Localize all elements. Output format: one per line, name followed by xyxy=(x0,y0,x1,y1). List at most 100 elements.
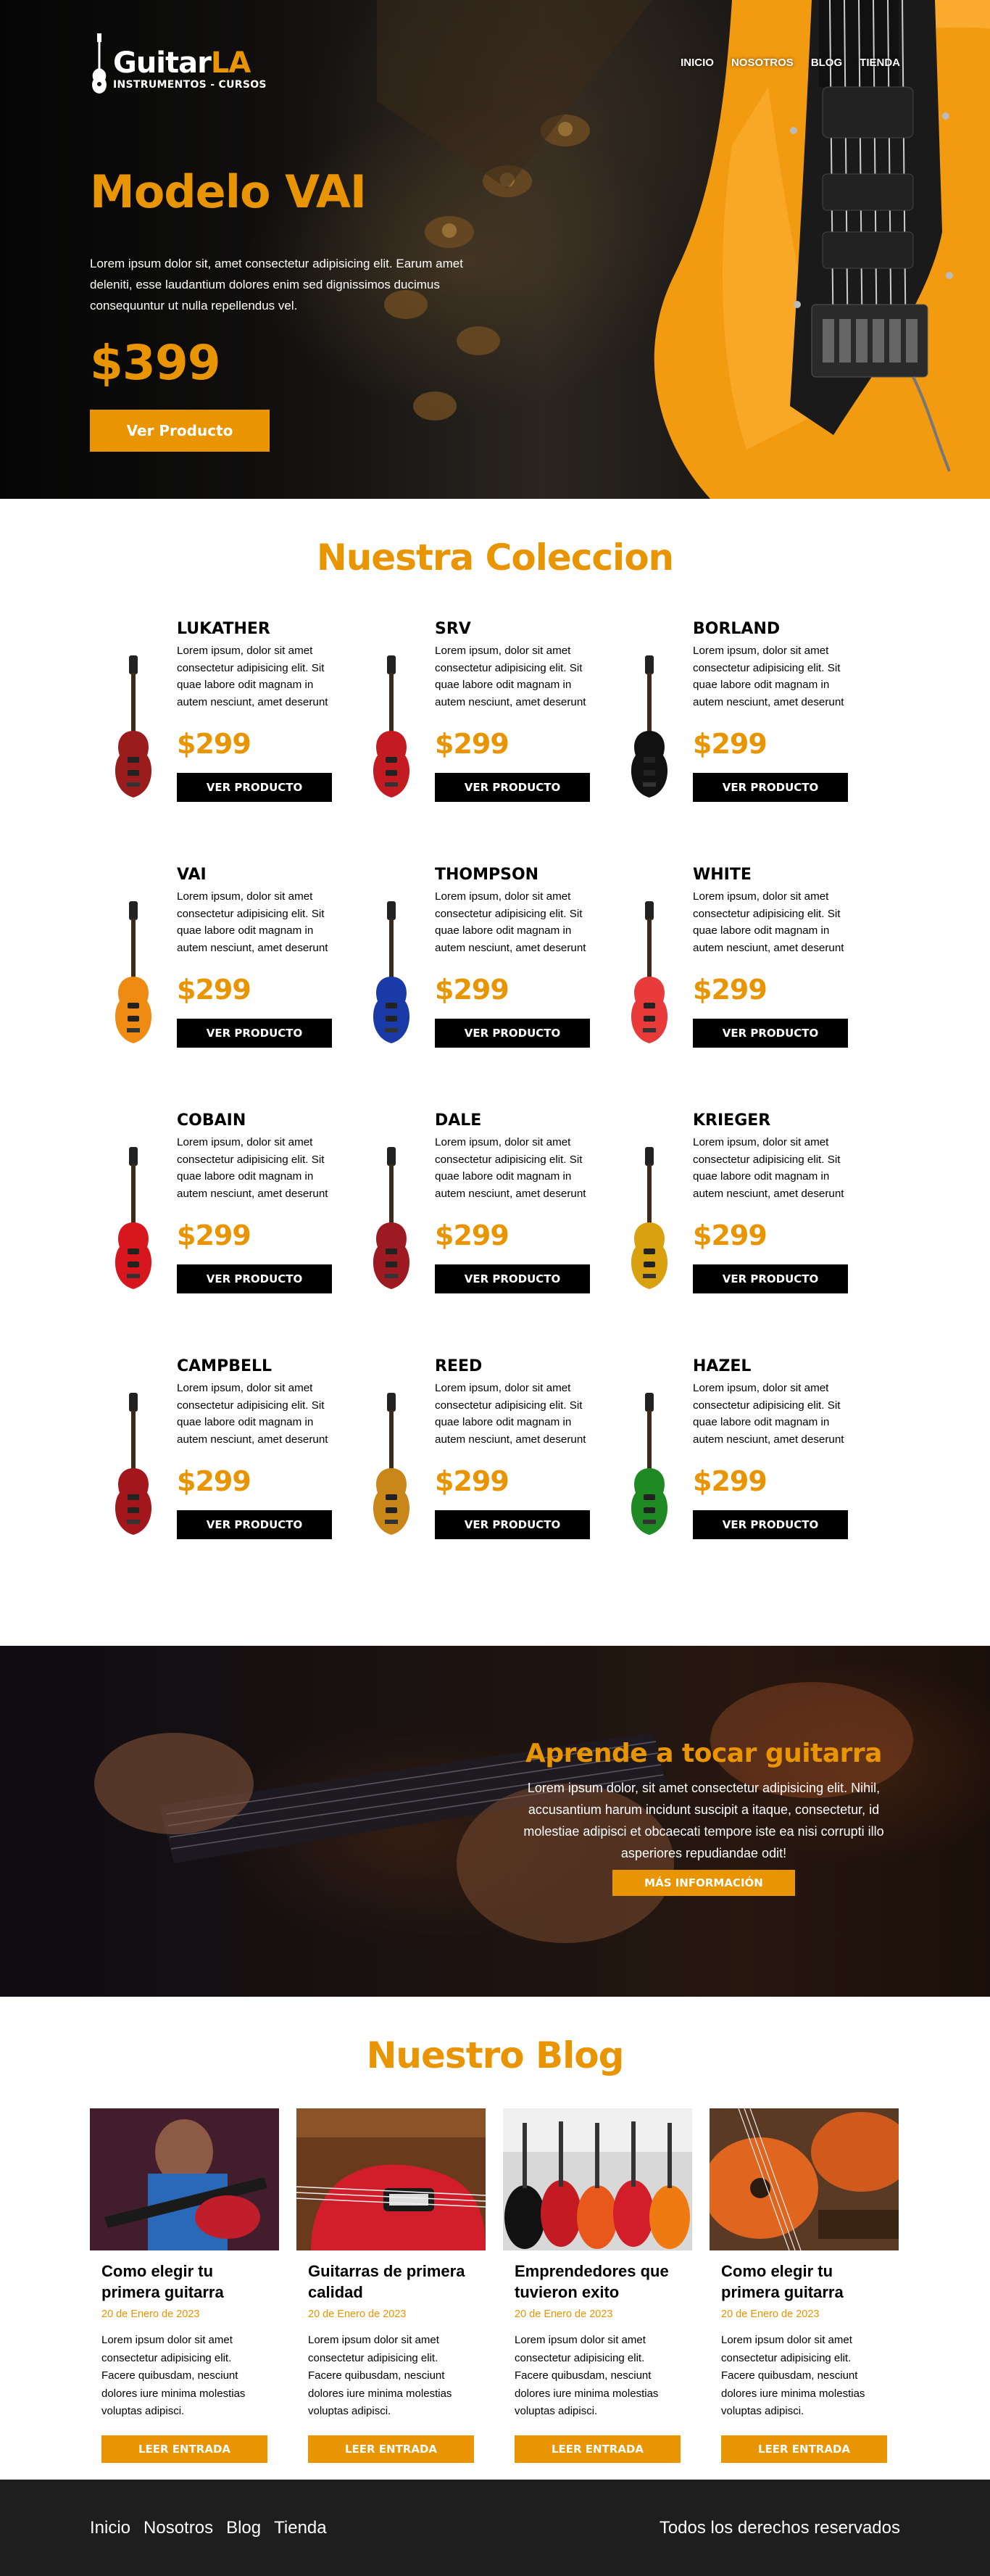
product-info: REED Lorem ipsum, dolor sit amet consecte… xyxy=(435,1357,590,1602)
view-product-button[interactable]: VER PRODUCTO xyxy=(177,773,332,802)
logo-tagline: INSTRUMENTOS - CURSOS xyxy=(113,79,267,91)
product-price: $299 xyxy=(177,974,251,1006)
product-price: $299 xyxy=(435,1219,509,1251)
blog-post-image[interactable] xyxy=(296,2108,486,2250)
more-info-button[interactable]: MÁS INFORMACIÓN xyxy=(612,1870,795,1896)
guitar-image xyxy=(373,1147,410,1289)
nav-link-inicio[interactable]: Inicio xyxy=(681,57,714,69)
hero-section: GuitarLA INSTRUMENTOS - CURSOS Inicio No… xyxy=(0,0,990,499)
product-price: $299 xyxy=(693,974,768,1006)
view-product-button[interactable]: VER PRODUCTO xyxy=(435,1264,590,1293)
blog-post-image[interactable] xyxy=(503,2108,692,2250)
product-price: $299 xyxy=(693,728,768,760)
footer-link-blog[interactable]: Blog xyxy=(226,2518,261,2538)
product-description: Lorem ipsum, dolor sit amet consectetur … xyxy=(177,890,328,954)
blog-post-body: Emprendedores que tuvieron exito 20 de En… xyxy=(503,2250,692,2463)
blog-post-date: 20 de Enero de 2023 xyxy=(721,2308,820,2320)
product-image[interactable] xyxy=(90,619,177,865)
site-header: GuitarLA INSTRUMENTOS - CURSOS Inicio No… xyxy=(90,33,900,99)
product-image[interactable] xyxy=(606,1111,693,1357)
product-image[interactable] xyxy=(348,619,435,865)
classes-content: Aprende a tocar guitarra Lorem ipsum dol… xyxy=(507,1739,900,1896)
blog-title: Nuestro Blog xyxy=(366,2034,625,2076)
blog-post: Guitarras de primera calidad 20 de Enero … xyxy=(296,2108,486,2463)
view-product-button[interactable]: VER PRODUCTO xyxy=(693,1264,848,1293)
product-name: COBAIN xyxy=(177,1111,246,1130)
footer-link-inicio[interactable]: Inicio xyxy=(90,2518,130,2538)
blog-post-body: Guitarras de primera calidad 20 de Enero … xyxy=(296,2250,486,2463)
blog-post-image[interactable] xyxy=(90,2108,279,2250)
view-product-button[interactable]: VER PRODUCTO xyxy=(693,773,848,802)
product-card: KRIEGER Lorem ipsum, dolor sit amet conse… xyxy=(606,1111,864,1357)
product-price: $299 xyxy=(435,974,509,1006)
hero-description: Lorem ipsum dolor sit, amet consectetur … xyxy=(90,257,463,312)
product-price: $299 xyxy=(693,1465,768,1497)
view-product-button[interactable]: VER PRODUCTO xyxy=(693,1510,848,1539)
product-name: BORLAND xyxy=(693,620,781,638)
product-image[interactable] xyxy=(348,1357,435,1602)
product-name: VAI xyxy=(177,866,207,884)
nav-link-blog[interactable]: Blog xyxy=(811,57,842,69)
view-product-button[interactable]: VER PRODUCTO xyxy=(693,1019,848,1048)
hero-view-product-button[interactable]: Ver Producto xyxy=(90,410,270,452)
footer-link-nosotros[interactable]: Nosotros xyxy=(143,2518,213,2538)
blog-post-title: Guitarras de primera calidad xyxy=(308,2262,465,2301)
read-post-button[interactable]: LEER ENTRADA xyxy=(515,2435,681,2463)
product-description: Lorem ipsum, dolor sit amet consectetur … xyxy=(435,645,586,708)
blog-post: Como elegir tu primera guitarra 20 de Ene… xyxy=(90,2108,279,2463)
product-image[interactable] xyxy=(606,1357,693,1602)
guitar-image xyxy=(373,1393,410,1535)
guitar-image xyxy=(115,655,152,798)
view-product-button[interactable]: VER PRODUCTO xyxy=(177,1019,332,1048)
site-footer: Inicio Nosotros Blog Tienda Todos los de… xyxy=(0,2480,990,2576)
product-image[interactable] xyxy=(606,865,693,1111)
guitar-logo-icon xyxy=(92,33,107,94)
guitar-image xyxy=(631,901,668,1043)
product-card: WHITE Lorem ipsum, dolor sit amet consect… xyxy=(606,865,864,1111)
product-image[interactable] xyxy=(90,1111,177,1357)
product-price: $299 xyxy=(177,1465,251,1497)
read-post-button[interactable]: LEER ENTRADA xyxy=(101,2435,267,2463)
nav-link-tienda[interactable]: Tienda xyxy=(860,57,900,69)
product-price: $299 xyxy=(177,728,251,760)
read-post-button[interactable]: LEER ENTRADA xyxy=(721,2435,887,2463)
blog-post-image[interactable] xyxy=(710,2108,899,2250)
guitar-image xyxy=(373,655,410,798)
product-info: BORLAND Lorem ipsum, dolor sit amet conse… xyxy=(693,619,848,865)
product-description: Lorem ipsum, dolor sit amet consectetur … xyxy=(693,1136,844,1200)
product-name: WHITE xyxy=(693,866,752,884)
hero-title: Modelo VAI xyxy=(90,165,367,218)
product-name: CAMPBELL xyxy=(177,1357,273,1375)
product-info: VAI Lorem ipsum, dolor sit amet consectet… xyxy=(177,865,332,1111)
footer-link-tienda[interactable]: Tienda xyxy=(274,2518,327,2538)
guitar-image xyxy=(115,901,152,1043)
product-image[interactable] xyxy=(90,1357,177,1602)
view-product-button[interactable]: VER PRODUCTO xyxy=(177,1264,332,1293)
product-name: KRIEGER xyxy=(693,1111,771,1130)
hero-price: $399 xyxy=(90,335,221,391)
read-post-button[interactable]: LEER ENTRADA xyxy=(308,2435,474,2463)
product-image[interactable] xyxy=(348,865,435,1111)
site-logo[interactable]: GuitarLA INSTRUMENTOS - CURSOS xyxy=(90,33,267,94)
product-description: Lorem ipsum, dolor sit amet consectetur … xyxy=(435,1382,586,1446)
classes-description: Lorem ipsum dolor, sit amet consectetur … xyxy=(523,1781,884,1860)
blog-post-body: Como elegir tu primera guitarra 20 de Ene… xyxy=(90,2250,279,2463)
view-product-button[interactable]: VER PRODUCTO xyxy=(177,1510,332,1539)
product-info: THOMPSON Lorem ipsum, dolor sit amet cons… xyxy=(435,865,590,1111)
product-description: Lorem ipsum, dolor sit amet consectetur … xyxy=(177,1382,328,1446)
product-name: SRV xyxy=(435,620,471,638)
product-image[interactable] xyxy=(90,865,177,1111)
product-description: Lorem ipsum, dolor sit amet consectetur … xyxy=(693,1382,844,1446)
product-image[interactable] xyxy=(606,619,693,865)
view-product-button[interactable]: VER PRODUCTO xyxy=(435,1510,590,1539)
nav-link-nosotros[interactable]: Nosotros xyxy=(731,57,794,69)
product-info: HAZEL Lorem ipsum, dolor sit amet consect… xyxy=(693,1357,848,1602)
product-price: $299 xyxy=(435,728,509,760)
product-card: CAMPBELL Lorem ipsum, dolor sit amet cons… xyxy=(90,1357,348,1602)
product-card: BORLAND Lorem ipsum, dolor sit amet conse… xyxy=(606,619,864,865)
view-product-button[interactable]: VER PRODUCTO xyxy=(435,1019,590,1048)
product-info: SRV Lorem ipsum, dolor sit amet consectet… xyxy=(435,619,590,865)
product-image[interactable] xyxy=(348,1111,435,1357)
view-product-button[interactable]: VER PRODUCTO xyxy=(435,773,590,802)
product-card: HAZEL Lorem ipsum, dolor sit amet consect… xyxy=(606,1357,864,1602)
